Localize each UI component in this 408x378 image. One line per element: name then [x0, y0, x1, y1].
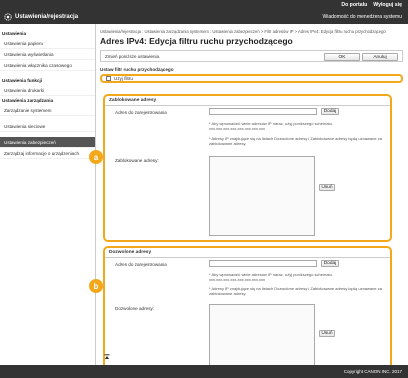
sidebar-item-security[interactable]: Ustawienia zabezpieczeń [0, 137, 95, 148]
allowed-note-range: * Aby wprowadzić wiele adresów IP naraz,… [209, 272, 333, 283]
sidebar-item-device-info[interactable]: Zarządzaj informacje o urządzeniach [0, 148, 95, 159]
sidebar-head-management: Ustawienia zarządzania [2, 98, 54, 103]
filter-section-label: Ustaw filtr ruchu przychodzącego [100, 67, 174, 72]
allowed-section-title: Dozwolone adresy [105, 248, 390, 258]
use-filter-row: Użyj filtru [100, 74, 403, 83]
sidebar-item-printer[interactable]: Ustawienia drukarki [0, 85, 95, 96]
sidebar-item-display[interactable]: Ustawienia wyświetlania [0, 49, 95, 60]
blocked-note-priority: * Adresy IP znajdujące się na listach Do… [209, 136, 382, 147]
allowed-delete-button[interactable]: Usuń [319, 330, 335, 337]
copyright: Copyright CANON INC. 2017 [343, 369, 402, 374]
blocked-address-list[interactable] [209, 156, 315, 236]
blocked-address-input[interactable] [209, 108, 317, 115]
app-title: Ustawienia/rejestracja [4, 13, 78, 21]
callout-badge-a: a [89, 150, 103, 164]
callout-badge-b: b [89, 279, 103, 293]
admin-message-link[interactable]: Wiadomość do menedżera systemu [323, 14, 402, 20]
logout-link[interactable]: Wyloguj się [373, 2, 402, 8]
blocked-note-range: * Aby wprowadzić wiele adresów IP naraz,… [209, 121, 333, 132]
top-bar: Do portalu Wyloguj się Ustawienia/rejest… [0, 0, 408, 24]
allowed-address-input[interactable] [209, 260, 317, 267]
blocked-address-label: Adres do zarejestrowania [115, 110, 167, 115]
sidebar: Ustawienia Ustawienia papieru Ustawienia… [0, 24, 96, 365]
allowed-address-label: Adres do zarejestrowania [115, 262, 167, 267]
action-bar: Zmień poniższe ustawienia. OK Anuluj [100, 50, 403, 62]
main-content: Ustawienia/rejestracja : Ustawienia zarz… [100, 24, 403, 373]
blocked-add-button[interactable]: Dodaj [321, 108, 339, 115]
footer: Copyright CANON INC. 2017 [0, 365, 408, 378]
sidebar-head-settings: Ustawienia [2, 31, 26, 36]
gear-icon [4, 13, 12, 21]
blocked-section-title: Zablokowane adresy [105, 96, 390, 106]
blocked-addresses-section: Zablokowane adresy Adres do zarejestrowa… [103, 94, 392, 242]
breadcrumb: Ustawienia/rejestracja : Ustawienia zarz… [100, 29, 386, 34]
use-filter-checkbox[interactable] [106, 76, 111, 81]
allowed-note-priority: * Adresy IP znajdujące się na listach Do… [209, 286, 382, 297]
sidebar-head-functions: Ustawienia funkcji [2, 78, 43, 83]
sidebar-item-system[interactable]: Zarządzanie systemem [0, 105, 95, 116]
scroll-to-top-icon[interactable] [104, 354, 110, 360]
cancel-button[interactable]: Anuluj [362, 53, 398, 61]
allowed-addresses-section: Dozwolone adresy Adres do zarejestrowani… [103, 246, 392, 373]
allowed-list-label: Dozwolone adresy: [115, 306, 155, 311]
allowed-address-list[interactable] [209, 304, 315, 368]
page-title: Adres IPv4: Edycja filtru ruchu przychod… [100, 36, 293, 46]
sidebar-item-timer[interactable]: Ustawienia włącznika czasowego [0, 60, 95, 71]
sidebar-item-paper[interactable]: Ustawienia papieru [0, 38, 95, 49]
ok-button[interactable]: OK [324, 53, 360, 61]
blocked-delete-button[interactable]: Usuń [319, 184, 335, 191]
allowed-add-button[interactable]: Dodaj [321, 260, 339, 267]
top-links: Do portalu Wyloguj się [341, 2, 402, 8]
app-title-text: Ustawienia/rejestracja [15, 14, 79, 20]
sidebar-item-network[interactable]: Ustawienia sieciowe [0, 121, 95, 132]
use-filter-label: Użyj filtru [114, 76, 133, 81]
portal-link[interactable]: Do portalu [341, 2, 367, 8]
action-hint: Zmień poniższe ustawienia. [105, 53, 161, 59]
blocked-list-label: Zablokowane adresy: [115, 158, 159, 163]
